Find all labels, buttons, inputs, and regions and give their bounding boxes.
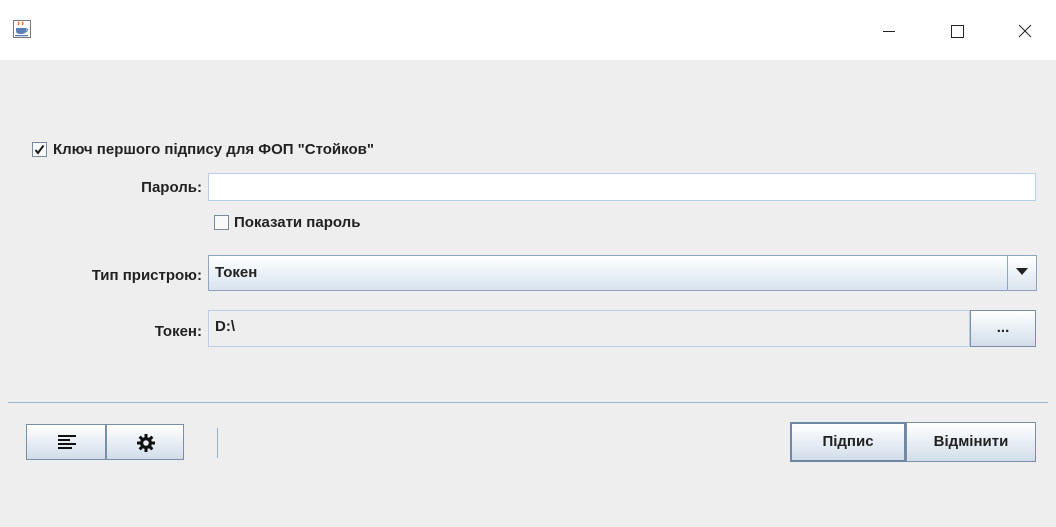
list-icon bbox=[58, 435, 76, 449]
minimize-icon bbox=[883, 31, 895, 32]
toolbar-separator bbox=[217, 428, 218, 458]
chevron-down-icon bbox=[1016, 268, 1028, 275]
token-path-field[interactable]: D:\ bbox=[208, 310, 970, 347]
title-bar bbox=[0, 0, 1056, 60]
password-field[interactable] bbox=[208, 173, 1036, 201]
maximize-icon bbox=[951, 25, 964, 38]
device-type-value: Токен bbox=[215, 264, 258, 281]
dialog-content: Ключ першого підпису для ФОП "Стойков" П… bbox=[8, 60, 1048, 527]
separator bbox=[8, 402, 1048, 403]
checkmark-icon bbox=[34, 144, 45, 155]
java-cup-icon bbox=[13, 20, 31, 38]
settings-button[interactable] bbox=[106, 424, 184, 460]
device-type-select[interactable]: Токен bbox=[208, 255, 1037, 291]
show-password-label: Показати пароль bbox=[234, 214, 361, 231]
show-password-checkbox[interactable] bbox=[214, 215, 229, 230]
maximize-button[interactable] bbox=[934, 16, 980, 46]
cancel-button[interactable]: Відмінити bbox=[906, 422, 1036, 462]
log-button[interactable] bbox=[26, 424, 106, 460]
password-label: Пароль: bbox=[141, 179, 202, 196]
token-label: Токен: bbox=[154, 323, 202, 340]
device-type-label: Тип пристрою: bbox=[91, 267, 202, 284]
key-checkbox-label: Ключ першого підпису для ФОП "Стойков" bbox=[53, 141, 374, 158]
close-icon bbox=[1018, 24, 1032, 38]
minimize-button[interactable] bbox=[866, 16, 912, 46]
gear-icon bbox=[137, 434, 155, 452]
key-checkbox[interactable] bbox=[32, 142, 47, 157]
sign-button[interactable]: Підпис bbox=[790, 422, 906, 462]
close-button[interactable] bbox=[1002, 16, 1048, 46]
dropdown-button[interactable] bbox=[1007, 256, 1036, 290]
browse-button[interactable]: ... bbox=[970, 310, 1036, 347]
